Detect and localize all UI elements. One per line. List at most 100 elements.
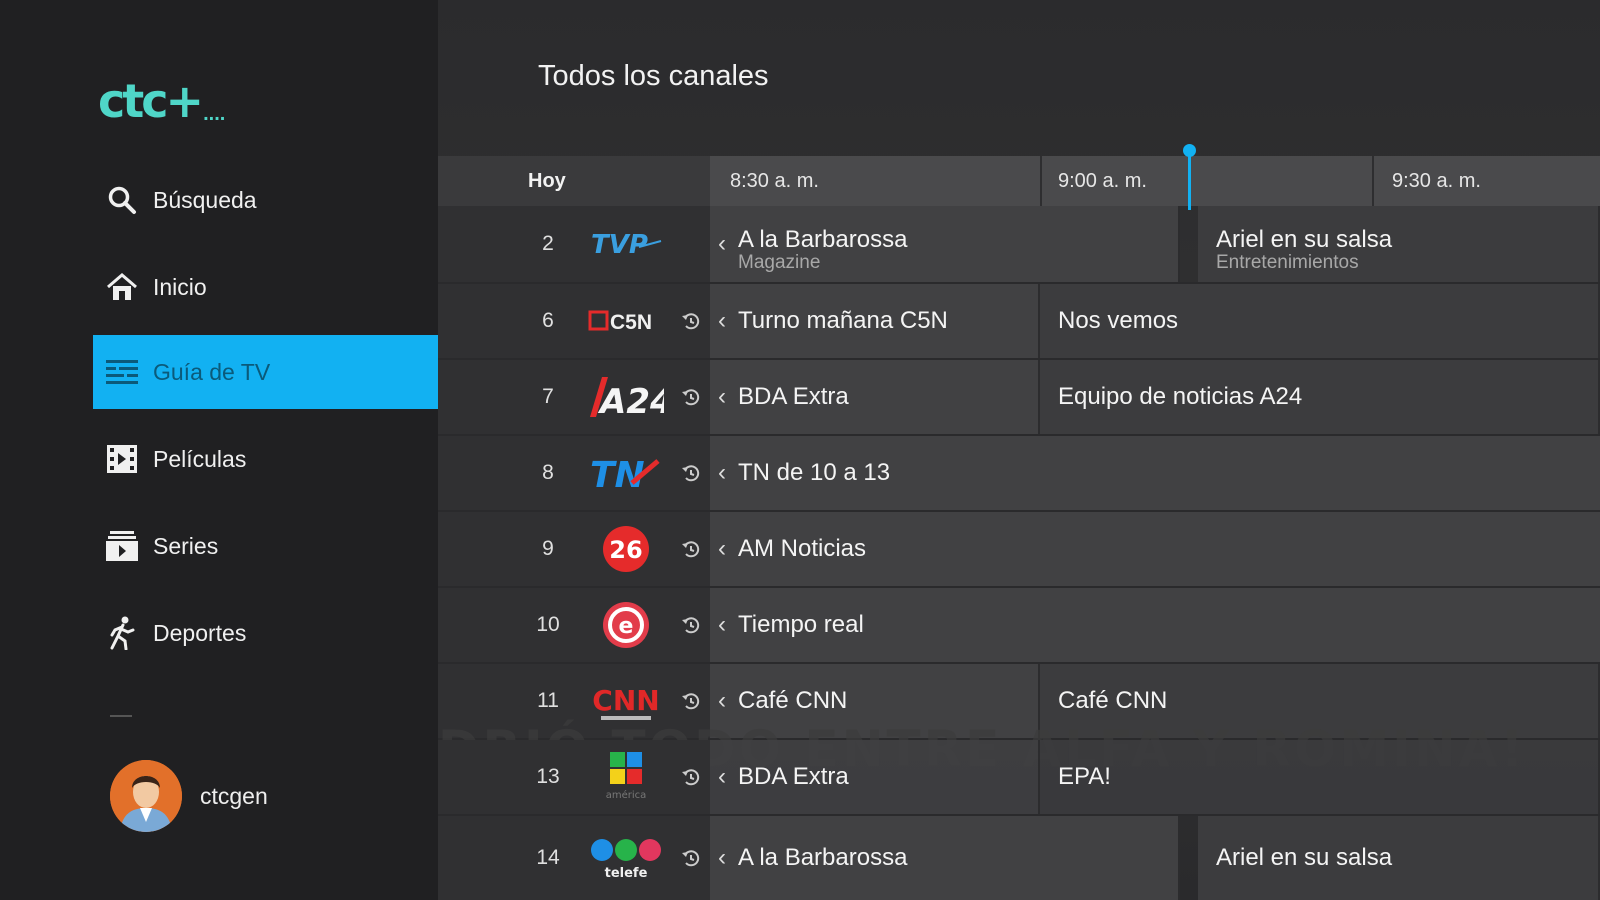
- channel-row[interactable]: 6 C5N ‹ Turno mañana C5N Nos vemos: [438, 284, 1600, 360]
- avatar-icon: [110, 760, 182, 832]
- chevron-left-icon: ‹: [718, 307, 726, 334]
- restart-icon[interactable]: [680, 538, 702, 560]
- program-title: EPA!: [1058, 763, 1111, 790]
- profile-button[interactable]: ctcgen: [110, 760, 268, 832]
- time-separator: [1372, 156, 1374, 206]
- running-icon: [105, 616, 139, 650]
- chevron-left-icon: ‹: [718, 383, 726, 410]
- program-title: A la Barbarossa: [738, 844, 908, 871]
- program-cell[interactable]: ‹ AM Noticias: [710, 512, 1600, 586]
- program-title: Ariel en su salsa: [1216, 226, 1393, 253]
- channel-logo-text: telefe: [605, 866, 648, 881]
- channel-number: 2: [542, 232, 554, 255]
- sidebar-item-label: Deportes: [153, 619, 247, 646]
- channel-row[interactable]: 2 TVP ‹ A la Barbarossa Magazine Ariel e…: [438, 206, 1600, 284]
- current-time-line: [1188, 150, 1191, 210]
- channel-row[interactable]: 14 telefe ‹ A la Barbarossa Ariel en su …: [438, 816, 1600, 900]
- channel-logo-tn: TN: [586, 446, 666, 500]
- channel-logo-e: e: [586, 598, 666, 652]
- channel-logo-text: e: [619, 614, 634, 639]
- program-title: Equipo de noticias A24: [1058, 383, 1303, 410]
- program-cell[interactable]: ‹ A la Barbarossa Magazine: [710, 206, 1180, 282]
- channel-logo-text: américa: [606, 789, 647, 801]
- current-time-marker: [1183, 144, 1196, 157]
- program-cell[interactable]: Nos vemos: [1040, 284, 1600, 358]
- restart-icon[interactable]: [680, 690, 702, 712]
- sidebar-item-label: Guía de TV: [153, 358, 271, 385]
- sidebar-item-label: Inicio: [153, 273, 207, 300]
- channel-number: 14: [536, 846, 560, 869]
- sidebar-item-series[interactable]: Series: [93, 509, 438, 583]
- channel-number: 10: [536, 613, 560, 636]
- sidebar: ctc+ .... Búsqueda Inicio Guía de TV Pel…: [0, 0, 438, 900]
- channel-number: 11: [537, 689, 559, 712]
- program-title: Ariel en su salsa: [1216, 844, 1393, 871]
- channel-number: 13: [536, 765, 560, 788]
- program-cell[interactable]: Ariel en su salsa Entretenimientos: [1198, 206, 1600, 282]
- sidebar-divider: [110, 715, 132, 717]
- channel-logo-tvp: TVP: [586, 217, 666, 271]
- channel-row[interactable]: 8 TN ‹ TN de 10 a 13: [438, 436, 1600, 512]
- channel-logo-america: américa: [586, 750, 666, 804]
- program-cell[interactable]: ‹ A la Barbarossa: [710, 816, 1180, 900]
- logo-text: ctc+: [98, 74, 204, 128]
- chevron-left-icon: ‹: [718, 535, 726, 562]
- program-cell[interactable]: Equipo de noticias A24: [1040, 360, 1600, 434]
- restart-icon[interactable]: [680, 462, 702, 484]
- channel-row[interactable]: 10 e ‹ Tiempo real: [438, 588, 1600, 664]
- chevron-left-icon: ‹: [718, 459, 726, 486]
- restart-icon[interactable]: [680, 310, 702, 332]
- program-cell[interactable]: EPA!: [1040, 740, 1600, 814]
- program-cell[interactable]: ‹ BDA Extra: [710, 360, 1040, 434]
- sidebar-item-busqueda[interactable]: Búsqueda: [93, 163, 438, 237]
- chevron-left-icon: ‹: [718, 230, 726, 257]
- chevron-left-icon: ‹: [718, 611, 726, 638]
- program-cell[interactable]: Ariel en su salsa: [1198, 816, 1600, 900]
- sidebar-item-deportes[interactable]: Deportes: [93, 596, 438, 670]
- channel-number: 7: [542, 385, 554, 408]
- channel-logo-telefe: telefe: [586, 831, 666, 885]
- restart-icon[interactable]: [680, 614, 702, 636]
- tv-guide-panel: Todos los canales Hoy 8:30 a. m. 9:00 a.…: [438, 0, 1600, 900]
- time-separator: [1040, 156, 1042, 206]
- restart-icon[interactable]: [680, 847, 702, 869]
- time-label: 9:00 a. m.: [1058, 170, 1147, 192]
- program-cell[interactable]: ‹ Tiempo real: [710, 588, 1600, 662]
- channel-logo-text: A24: [597, 382, 664, 419]
- channel-number: 9: [542, 537, 554, 560]
- restart-icon[interactable]: [680, 766, 702, 788]
- sidebar-item-label: Películas: [153, 445, 247, 472]
- time-label: 8:30 a. m.: [730, 170, 819, 192]
- series-icon: [105, 529, 139, 563]
- chevron-left-icon: ‹: [718, 763, 726, 790]
- program-title: AM Noticias: [738, 535, 867, 562]
- program-cell[interactable]: ‹ Turno mañana C5N: [710, 284, 1040, 358]
- chevron-left-icon: ‹: [718, 844, 726, 871]
- day-label: Hoy: [528, 170, 566, 192]
- channel-row[interactable]: 9 26 ‹ AM Noticias: [438, 512, 1600, 588]
- program-title: BDA Extra: [738, 383, 849, 410]
- program-title: Tiempo real: [738, 611, 864, 638]
- restart-icon[interactable]: [680, 386, 702, 408]
- sidebar-item-label: Series: [153, 532, 219, 559]
- movie-icon: [105, 442, 139, 476]
- channel-logo-text: C5N: [610, 311, 652, 334]
- program-title: TN de 10 a 13: [738, 459, 891, 486]
- program-cell[interactable]: ‹ BDA Extra: [710, 740, 1040, 814]
- program-title: Café CNN: [738, 687, 848, 714]
- sidebar-item-peliculas[interactable]: Películas: [93, 422, 438, 496]
- channel-number: 6: [542, 309, 554, 332]
- program-subtitle: Magazine: [738, 252, 821, 273]
- channel-row[interactable]: 7 A24 ‹ BDA Extra Equipo de noticias A24: [438, 360, 1600, 436]
- program-title: BDA Extra: [738, 763, 849, 790]
- sidebar-item-label: Búsqueda: [153, 186, 257, 213]
- program-cell[interactable]: ‹ TN de 10 a 13: [710, 436, 1600, 510]
- program-title: Nos vemos: [1058, 307, 1179, 334]
- channel-row[interactable]: 13 américa ‹ BDA Extra EPA!: [438, 740, 1600, 816]
- sidebar-item-inicio[interactable]: Inicio: [93, 250, 438, 324]
- sidebar-item-guia-de-tv[interactable]: Guía de TV: [93, 335, 438, 409]
- chevron-left-icon: ‹: [718, 687, 726, 714]
- app-logo: ctc+ ....: [98, 78, 225, 124]
- channel-logo-text: CNN: [593, 684, 659, 717]
- home-icon: [105, 270, 139, 304]
